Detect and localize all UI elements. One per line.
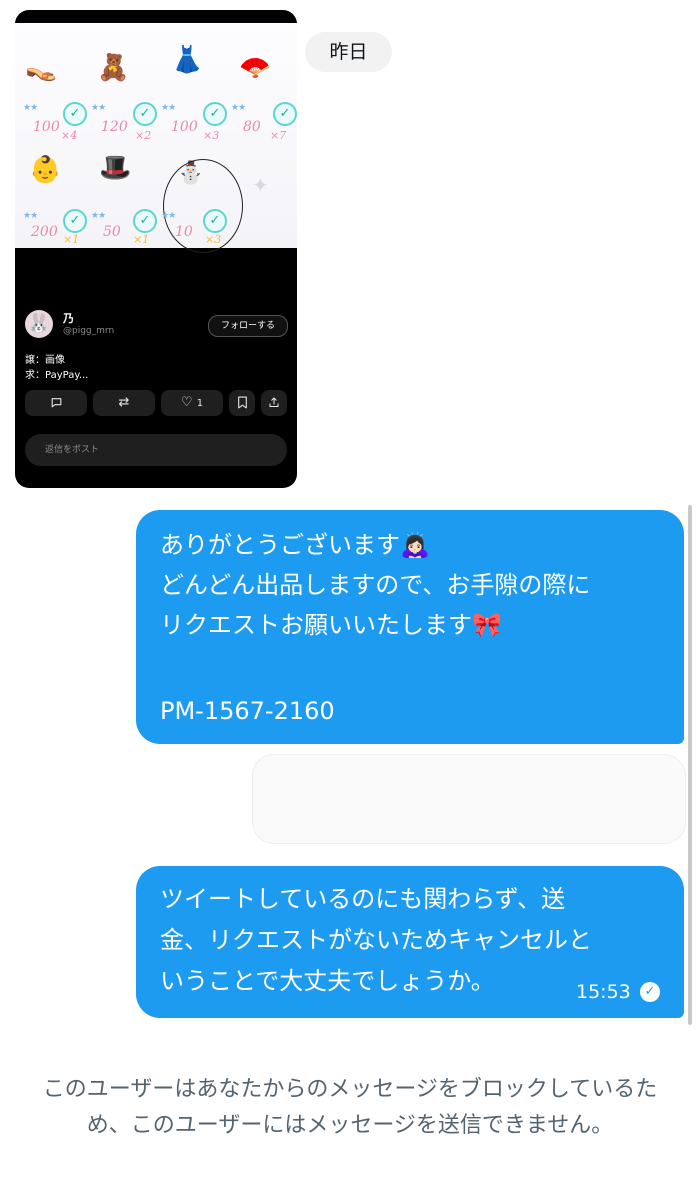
message-line: リクエストお願いいたします🎀 bbox=[160, 611, 502, 639]
item-count: 100 bbox=[171, 119, 198, 135]
bookmark-button[interactable] bbox=[229, 390, 255, 416]
message-line: ありがとうございます🙇🏻‍♀️ bbox=[160, 531, 430, 559]
item-count: 200 bbox=[31, 224, 58, 240]
message-line: いうことで大丈夫でしょうか。 bbox=[160, 967, 495, 995]
post-author-handle[interactable]: @pigg_mrn bbox=[63, 326, 114, 336]
rarity-stars: ★★ bbox=[161, 211, 176, 221]
message-line: 金、リクエストがないためキャンセルと bbox=[160, 926, 592, 954]
message-line: ツイートしているのにも関わらず、送 bbox=[160, 885, 566, 913]
read-check-icon: ✓ bbox=[640, 982, 660, 1002]
scrollbar[interactable] bbox=[688, 505, 692, 1025]
blocked-notice: このユーザーはあなたからのメッセージをブロックしているため、このユーザーにはメッ… bbox=[42, 1077, 658, 1138]
check-icon: ✓ bbox=[203, 102, 227, 126]
rarity-stars: ★★ bbox=[91, 103, 106, 113]
item-mult: ×7 bbox=[270, 129, 287, 142]
message-timestamp: 15:53 bbox=[576, 981, 631, 1003]
message-line: どんどん出品しますので、お手隙の際に bbox=[160, 571, 591, 599]
post-text-line: 譲：画像 bbox=[25, 355, 65, 366]
doll-item-icon: 👶 bbox=[29, 155, 62, 185]
item-count: 80 bbox=[243, 119, 261, 135]
slippers-item-icon: 👡 bbox=[25, 53, 58, 83]
bookmark-icon bbox=[237, 395, 248, 410]
item-mult: ×1 bbox=[63, 233, 80, 246]
embedded-post-card[interactable]: 👡 🧸 👗 🪭 ★★ ★★ ★★ ★★ ✓ ✓ ✓ ✓ 100 ×4 120 ×… bbox=[15, 10, 297, 488]
outfit-item-icon: 👗 bbox=[171, 45, 204, 75]
check-icon: ✓ bbox=[273, 102, 297, 126]
rarity-stars: ★★ bbox=[23, 103, 38, 113]
repost-button[interactable]: ⇄ bbox=[93, 390, 155, 416]
item-mult: ×4 bbox=[61, 129, 78, 142]
date-separator: 昨日 bbox=[305, 32, 392, 72]
hat-item-icon: 🎩 bbox=[99, 153, 132, 183]
rarity-stars: ★★ bbox=[231, 103, 246, 113]
check-icon: ✓ bbox=[203, 209, 227, 233]
blank-message-bubble[interactable] bbox=[252, 754, 686, 844]
reply-button[interactable] bbox=[25, 390, 87, 416]
reply-input[interactable]: 返信をポスト bbox=[25, 434, 287, 466]
avatar[interactable]: 🐰 bbox=[25, 310, 53, 338]
item-count: 50 bbox=[103, 224, 121, 240]
fluffy-item-icon: 🧸 bbox=[97, 53, 130, 83]
like-count: 1 bbox=[196, 398, 204, 409]
item-count: 10 bbox=[175, 224, 193, 240]
comment-icon bbox=[50, 395, 63, 410]
post-text-line: 求：PayPay... bbox=[25, 370, 89, 381]
share-button[interactable] bbox=[261, 390, 287, 416]
item-mult: ×2 bbox=[135, 129, 152, 142]
share-icon bbox=[268, 395, 280, 410]
item-count: 100 bbox=[33, 119, 60, 135]
rarity-stars: ★★ bbox=[161, 103, 176, 113]
check-icon: ✓ bbox=[63, 209, 87, 233]
sent-message-bubble[interactable]: ありがとうございます🙇🏻‍♀️ どんどん出品しますので、お手隙の際に リクエスト… bbox=[136, 510, 684, 744]
like-button[interactable]: ♡ 1 bbox=[161, 390, 223, 416]
sparkle-icon: ✦ bbox=[252, 173, 269, 197]
message-line: PM-1567-2160 bbox=[160, 697, 335, 725]
repost-icon: ⇄ bbox=[118, 395, 130, 410]
sent-message-bubble[interactable]: ツイートしているのにも関わらず、送 金、リクエストがないためキャンセルと いうこ… bbox=[136, 866, 684, 1018]
item-mult: ×3 bbox=[205, 233, 222, 246]
check-icon: ✓ bbox=[133, 102, 157, 126]
follow-button[interactable]: フォローする bbox=[208, 315, 288, 337]
post-author-name[interactable]: 乃 bbox=[63, 310, 74, 326]
rarity-stars: ★★ bbox=[91, 211, 106, 221]
item-mult: ×3 bbox=[203, 129, 220, 142]
rarity-stars: ★★ bbox=[23, 211, 38, 221]
check-icon: ✓ bbox=[63, 102, 87, 126]
item-mult: ×1 bbox=[133, 233, 150, 246]
check-icon: ✓ bbox=[133, 209, 157, 233]
heart-icon: ♡ bbox=[180, 395, 193, 410]
item-count: 120 bbox=[101, 119, 128, 135]
frill-item-icon: 🪭 bbox=[239, 53, 272, 83]
post-image[interactable]: 👡 🧸 👗 🪭 ★★ ★★ ★★ ★★ ✓ ✓ ✓ ✓ 100 ×4 120 ×… bbox=[15, 23, 297, 253]
